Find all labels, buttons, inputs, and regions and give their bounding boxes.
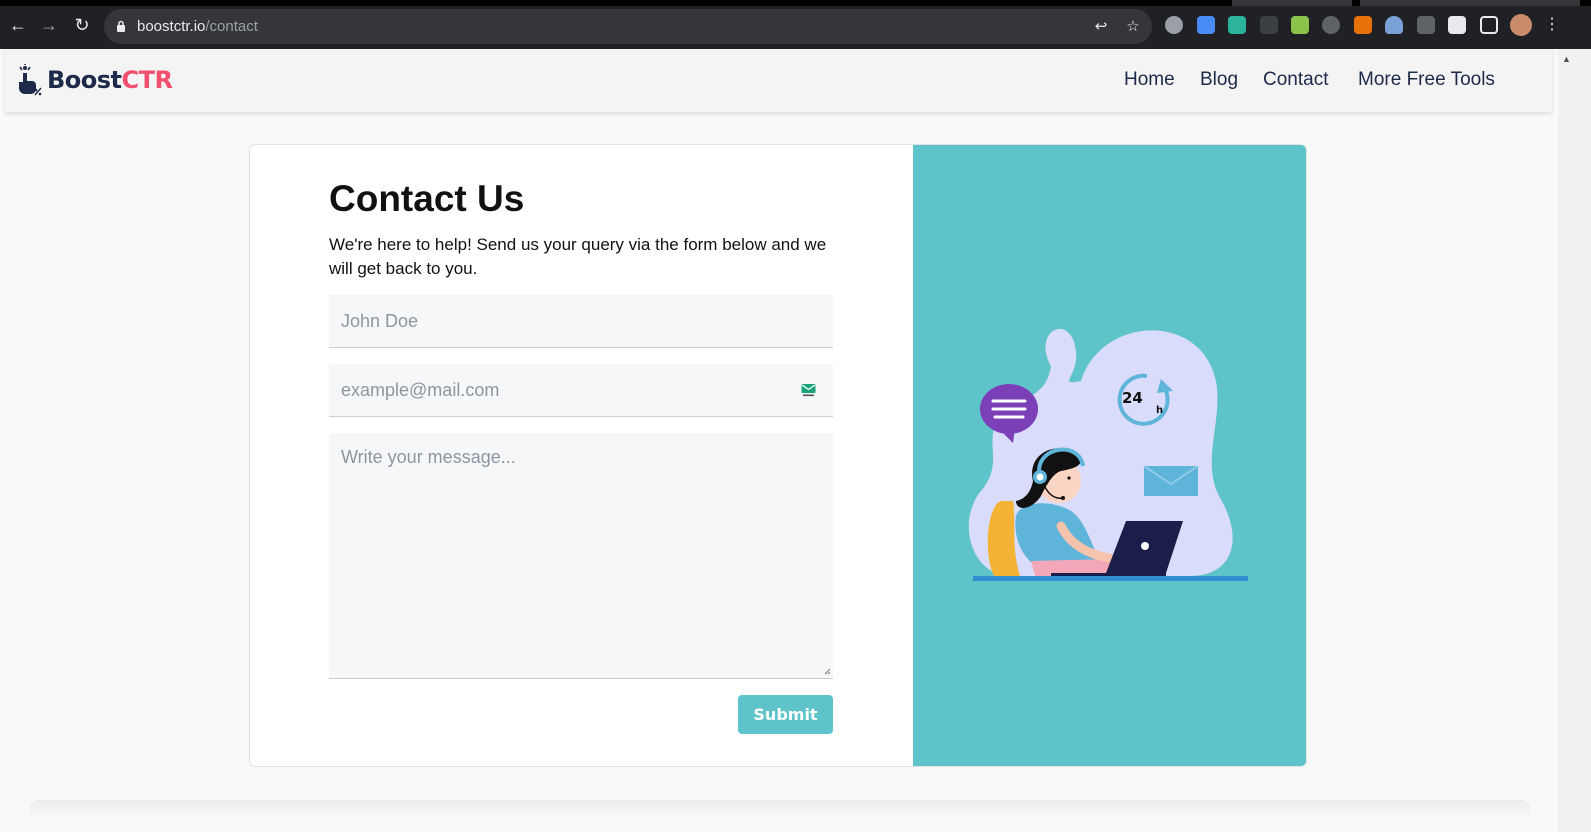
site-header: BoostCTR Home Blog Contact More Free Too… [5,49,1552,112]
docs-extension-icon[interactable] [1197,16,1215,34]
email-input[interactable] [329,364,833,417]
reload-icon[interactable]: ↻ [71,14,93,36]
back-icon[interactable]: ← [7,14,29,36]
menu-icon[interactable]: ⋮ [1541,14,1563,36]
maps-extension-icon[interactable] [1291,16,1309,34]
nav-more-free-tools[interactable]: More Free Tools [1358,69,1495,91]
react-extension-icon[interactable] [1322,16,1340,34]
share-icon[interactable]: ↩ [1092,18,1110,36]
clock-number: 24 [1122,389,1143,407]
tempmail-extension-icon[interactable] [1228,16,1246,34]
support-agent-illustration: 24 h [968,328,1248,581]
footer-edge [30,800,1530,820]
glasses-extension-icon[interactable] [1417,16,1435,34]
address-bar[interactable]: boostctr.io/contact ↩ ☆ [104,9,1152,44]
name-input[interactable] [329,295,833,348]
email-validation-icon[interactable] [801,383,816,397]
analytics-extension-icon[interactable] [1354,16,1372,34]
contact-card: Contact Us We're here to help! Send us y… [249,144,1307,767]
logo[interactable]: BoostCTR [17,63,173,97]
scroll-up-icon[interactable]: ▲ [1562,54,1571,64]
browser-chrome: ← → ↻ boostctr.io/contact ↩ ☆ ⋮ [0,0,1591,49]
logo-hand-icon [19,64,42,96]
nav-home[interactable]: Home [1124,69,1175,91]
tab-strip [0,0,1591,6]
nav-blog[interactable]: Blog [1200,69,1238,91]
forward-icon[interactable]: → [38,14,60,36]
nav-contact[interactable]: Contact [1263,69,1328,91]
shield-extension-icon[interactable] [1385,16,1403,34]
message-textarea[interactable] [329,433,833,679]
page-description: We're here to help! Send us your query v… [329,235,827,278]
logo-text: BoostCTR [47,66,173,94]
star-icon[interactable]: ☆ [1124,18,1142,36]
clock-unit: h [1156,405,1163,416]
extensions-icon[interactable] [1448,16,1466,34]
lock-icon [117,20,125,32]
resize-grip-icon[interactable] [824,668,831,675]
profile-avatar[interactable] [1510,14,1532,36]
illustration-panel: 24 h [913,145,1306,766]
page-scrollbar[interactable]: ▲ [1558,49,1591,832]
json-extension-icon[interactable] [1260,16,1278,34]
url-text: boostctr.io/contact [137,18,258,35]
adblock-extension-icon[interactable] [1165,16,1183,34]
sidepanel-icon[interactable] [1480,16,1498,34]
page-title: Contact Us [329,178,525,219]
submit-button[interactable]: Submit [738,695,833,734]
